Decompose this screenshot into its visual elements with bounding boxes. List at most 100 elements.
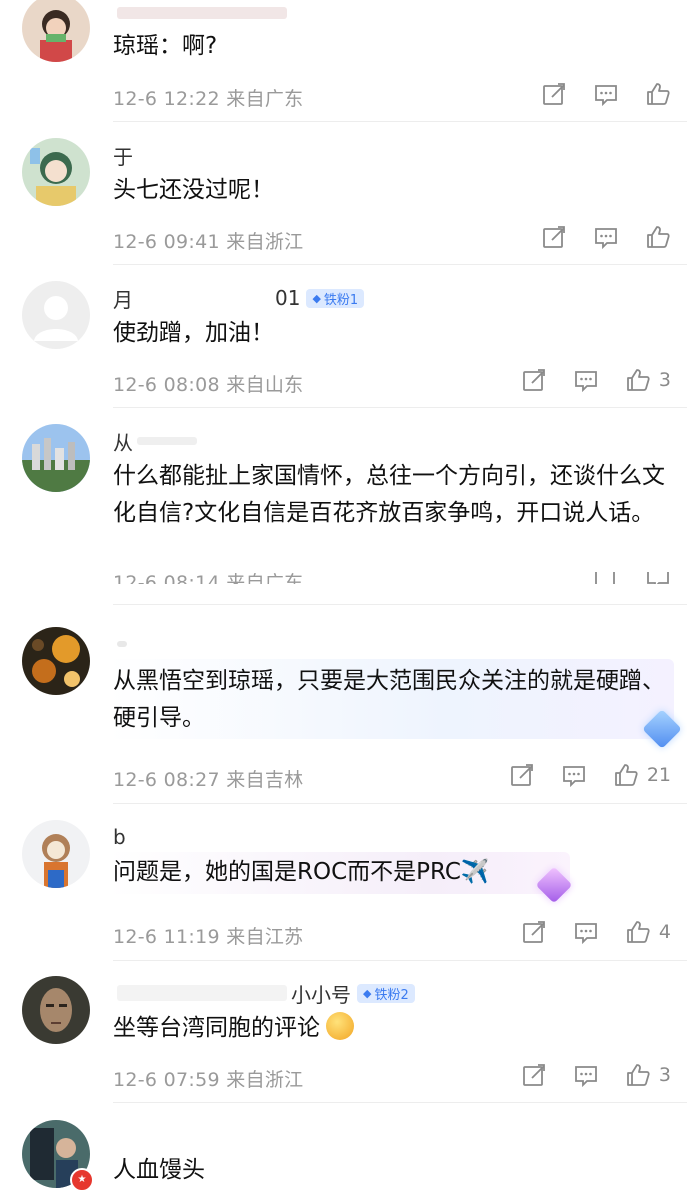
like-count: 4: [658, 921, 671, 943]
fan-badge[interactable]: ◆ 铁粉2: [357, 983, 415, 1003]
reply-button[interactable]: [645, 572, 671, 584]
repost-button[interactable]: [541, 224, 567, 250]
like-count: 21: [646, 764, 671, 786]
like-button[interactable]: [645, 81, 671, 107]
like-count: 3: [658, 369, 671, 391]
comment-time: 12-6 12:22: [113, 88, 220, 110]
repost-icon: [523, 1064, 545, 1086]
thumbs-up-icon: [647, 83, 670, 105]
comment-actions: 3: [495, 1062, 671, 1088]
user-avatar[interactable]: [22, 138, 90, 206]
user-name[interactable]: 于: [113, 142, 133, 169]
like-button[interactable]: [645, 224, 671, 250]
comment-icon: [575, 371, 597, 393]
user-avatar[interactable]: [22, 0, 90, 62]
diamond-icon: ◆: [363, 986, 372, 1000]
user-name-suffix: 小小号: [291, 982, 351, 1007]
repost-button[interactable]: [521, 1062, 547, 1088]
comment-meta: 12-6 12:22 来自广东: [113, 84, 303, 111]
thumbs-up-icon: [647, 226, 670, 248]
comment-meta: 12-6 09:41 来自浙江: [113, 227, 303, 254]
repost-button[interactable]: [521, 367, 547, 393]
user-name[interactable]: 月 01 ◆ 铁粉1: [113, 285, 365, 312]
comment-time: 12-6 08:14: [113, 572, 220, 584]
divider: [113, 1102, 687, 1103]
fan-badge[interactable]: ◆ 铁粉1: [306, 288, 365, 308]
user-name-text: 月: [113, 287, 133, 312]
comment-location: 来自山东: [226, 374, 304, 396]
comment-icon: [595, 228, 617, 250]
comment-location: 来自浙江: [226, 1069, 304, 1091]
user-name-text: 于: [113, 144, 133, 169]
user-avatar[interactable]: [22, 424, 90, 492]
user-name-text: 从: [113, 430, 133, 455]
repost-button[interactable]: [541, 81, 567, 107]
divider: [113, 121, 687, 122]
comment-meta: 12-6 08:27 来自吉林: [113, 765, 303, 792]
repost-icon: [543, 226, 565, 248]
like-button[interactable]: 3: [625, 367, 671, 393]
divider: [113, 604, 687, 605]
like-button[interactable]: 4: [625, 919, 671, 945]
user-avatar[interactable]: [22, 281, 90, 349]
user-name[interactable]: [113, 0, 291, 26]
like-button[interactable]: 21: [613, 762, 671, 788]
user-name-text: b: [113, 825, 126, 849]
comment-icon: [647, 572, 669, 584]
user-avatar[interactable]: [22, 627, 90, 695]
thumbs-up-icon: [627, 921, 650, 943]
reply-button[interactable]: [573, 1062, 599, 1088]
divider: [113, 264, 687, 265]
comment-time: 12-6 11:19: [113, 926, 220, 948]
comment-text: 从黑悟空到琼瑶，只要是大范围民众关注的就是硬蹭、硬引导。: [113, 668, 665, 731]
user-name[interactable]: [113, 631, 131, 657]
fan-badge-label: 铁粉1: [323, 292, 359, 308]
repost-icon: [595, 572, 615, 584]
reply-button[interactable]: [593, 224, 619, 250]
repost-button[interactable]: [521, 919, 547, 945]
diamond-icon: ◆: [312, 291, 321, 305]
user-name[interactable]: 小小号 ◆ 铁粉2: [113, 980, 415, 1007]
comment-text: 琼瑶：啊?: [113, 33, 218, 59]
divider: [113, 960, 687, 961]
comment-time: 12-6 08:08: [113, 374, 220, 396]
repost-button[interactable]: [509, 762, 535, 788]
thumbs-up-icon: [627, 1064, 650, 1086]
comment-text: 人血馒头: [113, 1157, 205, 1183]
fan-badge-label: 铁粉2: [374, 987, 409, 1003]
verified-badge-icon: ★: [70, 1168, 94, 1192]
divider: [113, 803, 687, 804]
reply-button[interactable]: [593, 81, 619, 107]
comment-text-content: 坐等台湾同胞的评论: [113, 1015, 320, 1041]
comment-actions: 3: [495, 367, 671, 393]
comment-icon: [562, 766, 585, 788]
comment-text: 问题是，她的国是ROC而不是PRC✈️: [113, 859, 490, 885]
comment-time: 12-6 07:59: [113, 1069, 220, 1091]
comment-location: 来自江苏: [226, 926, 304, 948]
comment-location: 来自浙江: [226, 231, 304, 253]
comment-time: 12-6 09:41: [113, 231, 220, 253]
reply-button[interactable]: [573, 919, 599, 945]
clipped-meta-row: 12-6 08:14 来自广东: [0, 572, 687, 584]
comment-location: 来自广东: [226, 88, 304, 110]
comment-text: 什么都能扯上家国情怀，总往一个方向引，还谈什么文化自信?文化自信是百花齐放百家争…: [113, 463, 665, 526]
user-avatar[interactable]: [22, 976, 90, 1044]
user-name-suffix: 01: [275, 286, 301, 310]
reply-button[interactable]: [561, 762, 587, 788]
comment-location: 来自广东: [226, 572, 304, 584]
comment-time: 12-6 08:27: [113, 769, 220, 791]
like-button[interactable]: 3: [625, 1062, 671, 1088]
repost-button[interactable]: [593, 572, 619, 584]
user-name[interactable]: b: [113, 824, 126, 850]
comment-meta: 12-6 07:59 来自浙江: [113, 1065, 303, 1092]
reply-button[interactable]: [573, 367, 599, 393]
user-avatar[interactable]: [22, 820, 90, 888]
comment-actions: 4: [495, 919, 671, 945]
comment-actions: 21: [483, 762, 671, 788]
repost-icon: [543, 83, 565, 105]
user-name[interactable]: 从: [113, 428, 201, 455]
like-count: 3: [658, 1064, 671, 1086]
thinking-emoji-icon: [326, 1012, 354, 1040]
thumbs-up-icon: [614, 764, 638, 786]
comment-icon: [595, 85, 617, 107]
